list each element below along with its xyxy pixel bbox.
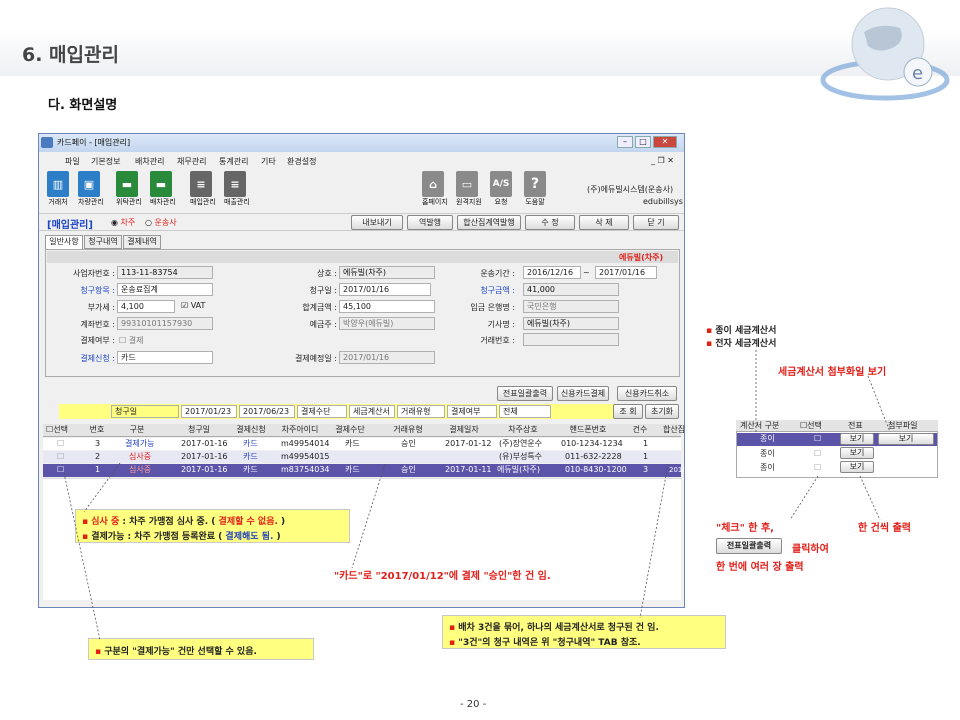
page-number: - 20 - xyxy=(460,699,487,710)
leader-lines xyxy=(63,350,891,641)
